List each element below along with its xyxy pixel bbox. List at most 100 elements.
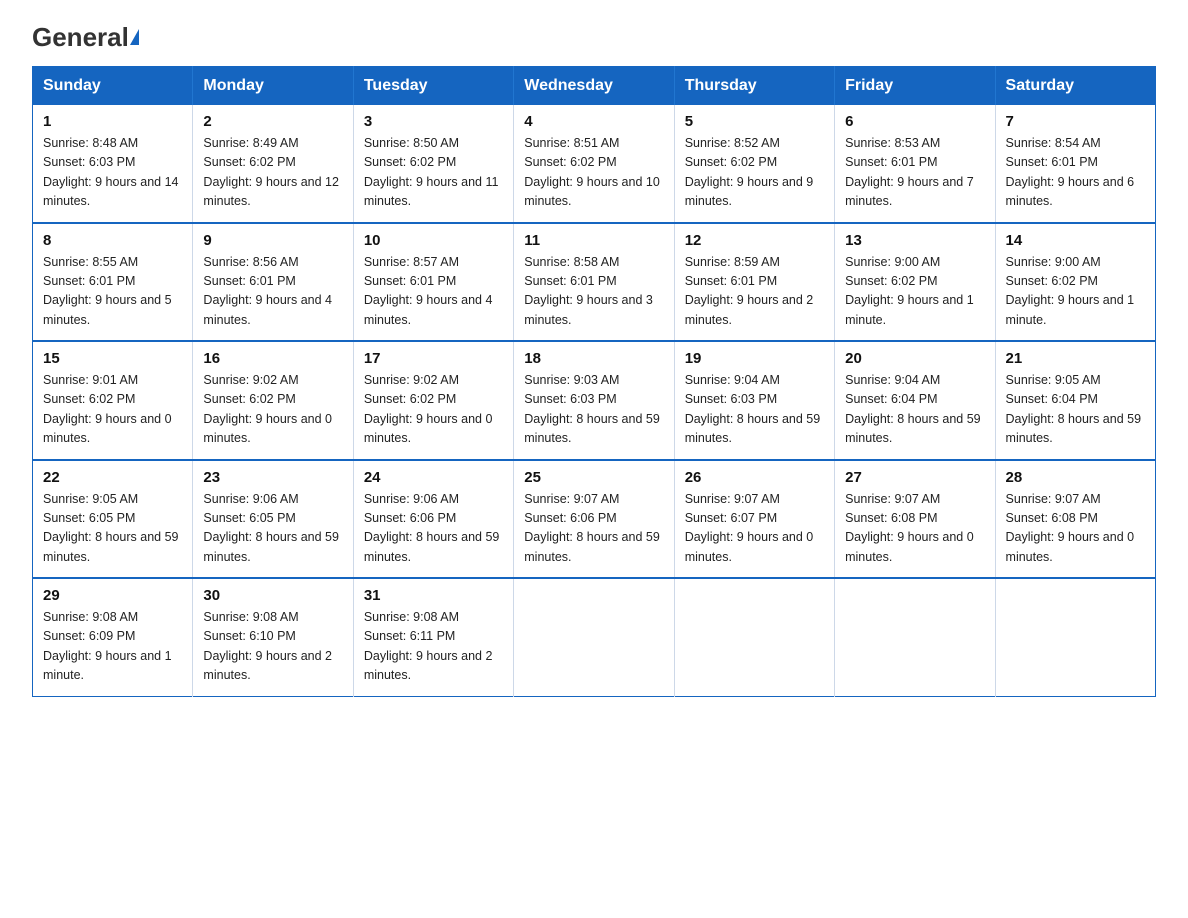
day-number: 12 [685, 232, 824, 249]
col-header-wednesday: Wednesday [514, 67, 674, 106]
col-header-thursday: Thursday [674, 67, 834, 106]
calendar-cell: 28 Sunrise: 9:07 AMSunset: 6:08 PMDaylig… [995, 460, 1155, 579]
day-number: 30 [203, 587, 342, 604]
calendar-cell: 12 Sunrise: 8:59 AMSunset: 6:01 PMDaylig… [674, 223, 834, 342]
day-info: Sunrise: 9:06 AMSunset: 6:05 PMDaylight:… [203, 490, 342, 568]
day-info: Sunrise: 9:04 AMSunset: 6:04 PMDaylight:… [845, 371, 984, 449]
calendar-cell [514, 578, 674, 696]
day-number: 8 [43, 232, 182, 249]
page-header: General [32, 24, 1156, 48]
day-info: Sunrise: 8:53 AMSunset: 6:01 PMDaylight:… [845, 134, 984, 212]
calendar-week-row: 22 Sunrise: 9:05 AMSunset: 6:05 PMDaylig… [33, 460, 1156, 579]
col-header-tuesday: Tuesday [353, 67, 513, 106]
day-info: Sunrise: 8:51 AMSunset: 6:02 PMDaylight:… [524, 134, 663, 212]
logo: General [32, 24, 139, 48]
calendar-week-row: 15 Sunrise: 9:01 AMSunset: 6:02 PMDaylig… [33, 341, 1156, 460]
day-info: Sunrise: 9:04 AMSunset: 6:03 PMDaylight:… [685, 371, 824, 449]
day-number: 5 [685, 113, 824, 130]
day-number: 16 [203, 350, 342, 367]
day-number: 18 [524, 350, 663, 367]
calendar-table: SundayMondayTuesdayWednesdayThursdayFrid… [32, 66, 1156, 697]
calendar-cell: 4 Sunrise: 8:51 AMSunset: 6:02 PMDayligh… [514, 105, 674, 223]
day-number: 9 [203, 232, 342, 249]
day-info: Sunrise: 9:06 AMSunset: 6:06 PMDaylight:… [364, 490, 503, 568]
day-number: 23 [203, 469, 342, 486]
day-info: Sunrise: 8:57 AMSunset: 6:01 PMDaylight:… [364, 253, 503, 331]
calendar-cell: 6 Sunrise: 8:53 AMSunset: 6:01 PMDayligh… [835, 105, 995, 223]
calendar-cell: 8 Sunrise: 8:55 AMSunset: 6:01 PMDayligh… [33, 223, 193, 342]
day-number: 7 [1006, 113, 1145, 130]
logo-general-text: General [32, 24, 139, 50]
col-header-friday: Friday [835, 67, 995, 106]
day-info: Sunrise: 9:08 AMSunset: 6:10 PMDaylight:… [203, 608, 342, 686]
day-number: 29 [43, 587, 182, 604]
day-number: 22 [43, 469, 182, 486]
day-info: Sunrise: 9:00 AMSunset: 6:02 PMDaylight:… [1006, 253, 1145, 331]
day-info: Sunrise: 9:08 AMSunset: 6:11 PMDaylight:… [364, 608, 503, 686]
day-info: Sunrise: 8:50 AMSunset: 6:02 PMDaylight:… [364, 134, 503, 212]
day-number: 11 [524, 232, 663, 249]
calendar-cell: 9 Sunrise: 8:56 AMSunset: 6:01 PMDayligh… [193, 223, 353, 342]
day-number: 19 [685, 350, 824, 367]
day-info: Sunrise: 9:02 AMSunset: 6:02 PMDaylight:… [364, 371, 503, 449]
day-info: Sunrise: 8:48 AMSunset: 6:03 PMDaylight:… [43, 134, 182, 212]
calendar-cell: 1 Sunrise: 8:48 AMSunset: 6:03 PMDayligh… [33, 105, 193, 223]
day-number: 17 [364, 350, 503, 367]
calendar-cell: 17 Sunrise: 9:02 AMSunset: 6:02 PMDaylig… [353, 341, 513, 460]
calendar-week-row: 8 Sunrise: 8:55 AMSunset: 6:01 PMDayligh… [33, 223, 1156, 342]
day-info: Sunrise: 9:05 AMSunset: 6:04 PMDaylight:… [1006, 371, 1145, 449]
day-number: 26 [685, 469, 824, 486]
calendar-cell: 31 Sunrise: 9:08 AMSunset: 6:11 PMDaylig… [353, 578, 513, 696]
day-info: Sunrise: 8:55 AMSunset: 6:01 PMDaylight:… [43, 253, 182, 331]
col-header-saturday: Saturday [995, 67, 1155, 106]
calendar-cell: 27 Sunrise: 9:07 AMSunset: 6:08 PMDaylig… [835, 460, 995, 579]
calendar-cell: 14 Sunrise: 9:00 AMSunset: 6:02 PMDaylig… [995, 223, 1155, 342]
calendar-cell: 13 Sunrise: 9:00 AMSunset: 6:02 PMDaylig… [835, 223, 995, 342]
calendar-cell: 22 Sunrise: 9:05 AMSunset: 6:05 PMDaylig… [33, 460, 193, 579]
day-info: Sunrise: 9:07 AMSunset: 6:08 PMDaylight:… [1006, 490, 1145, 568]
calendar-cell: 11 Sunrise: 8:58 AMSunset: 6:01 PMDaylig… [514, 223, 674, 342]
day-number: 4 [524, 113, 663, 130]
calendar-cell: 30 Sunrise: 9:08 AMSunset: 6:10 PMDaylig… [193, 578, 353, 696]
logo-triangle-icon [130, 29, 139, 45]
day-number: 15 [43, 350, 182, 367]
calendar-cell: 29 Sunrise: 9:08 AMSunset: 6:09 PMDaylig… [33, 578, 193, 696]
day-number: 1 [43, 113, 182, 130]
day-info: Sunrise: 8:59 AMSunset: 6:01 PMDaylight:… [685, 253, 824, 331]
day-number: 27 [845, 469, 984, 486]
calendar-cell: 24 Sunrise: 9:06 AMSunset: 6:06 PMDaylig… [353, 460, 513, 579]
calendar-cell: 5 Sunrise: 8:52 AMSunset: 6:02 PMDayligh… [674, 105, 834, 223]
day-info: Sunrise: 9:08 AMSunset: 6:09 PMDaylight:… [43, 608, 182, 686]
day-number: 25 [524, 469, 663, 486]
day-number: 2 [203, 113, 342, 130]
calendar-cell: 15 Sunrise: 9:01 AMSunset: 6:02 PMDaylig… [33, 341, 193, 460]
calendar-cell: 23 Sunrise: 9:06 AMSunset: 6:05 PMDaylig… [193, 460, 353, 579]
day-number: 10 [364, 232, 503, 249]
day-info: Sunrise: 9:02 AMSunset: 6:02 PMDaylight:… [203, 371, 342, 449]
day-info: Sunrise: 9:07 AMSunset: 6:06 PMDaylight:… [524, 490, 663, 568]
calendar-cell: 3 Sunrise: 8:50 AMSunset: 6:02 PMDayligh… [353, 105, 513, 223]
day-info: Sunrise: 9:01 AMSunset: 6:02 PMDaylight:… [43, 371, 182, 449]
day-number: 21 [1006, 350, 1145, 367]
day-number: 13 [845, 232, 984, 249]
calendar-header-row: SundayMondayTuesdayWednesdayThursdayFrid… [33, 67, 1156, 106]
day-info: Sunrise: 8:54 AMSunset: 6:01 PMDaylight:… [1006, 134, 1145, 212]
day-info: Sunrise: 9:03 AMSunset: 6:03 PMDaylight:… [524, 371, 663, 449]
calendar-week-row: 29 Sunrise: 9:08 AMSunset: 6:09 PMDaylig… [33, 578, 1156, 696]
calendar-cell: 21 Sunrise: 9:05 AMSunset: 6:04 PMDaylig… [995, 341, 1155, 460]
day-info: Sunrise: 8:49 AMSunset: 6:02 PMDaylight:… [203, 134, 342, 212]
calendar-cell: 10 Sunrise: 8:57 AMSunset: 6:01 PMDaylig… [353, 223, 513, 342]
calendar-cell: 16 Sunrise: 9:02 AMSunset: 6:02 PMDaylig… [193, 341, 353, 460]
calendar-cell [995, 578, 1155, 696]
day-info: Sunrise: 8:52 AMSunset: 6:02 PMDaylight:… [685, 134, 824, 212]
calendar-cell [674, 578, 834, 696]
calendar-cell: 20 Sunrise: 9:04 AMSunset: 6:04 PMDaylig… [835, 341, 995, 460]
day-number: 28 [1006, 469, 1145, 486]
calendar-cell: 7 Sunrise: 8:54 AMSunset: 6:01 PMDayligh… [995, 105, 1155, 223]
calendar-cell: 2 Sunrise: 8:49 AMSunset: 6:02 PMDayligh… [193, 105, 353, 223]
col-header-monday: Monday [193, 67, 353, 106]
day-info: Sunrise: 8:58 AMSunset: 6:01 PMDaylight:… [524, 253, 663, 331]
day-number: 31 [364, 587, 503, 604]
day-number: 6 [845, 113, 984, 130]
calendar-cell: 18 Sunrise: 9:03 AMSunset: 6:03 PMDaylig… [514, 341, 674, 460]
